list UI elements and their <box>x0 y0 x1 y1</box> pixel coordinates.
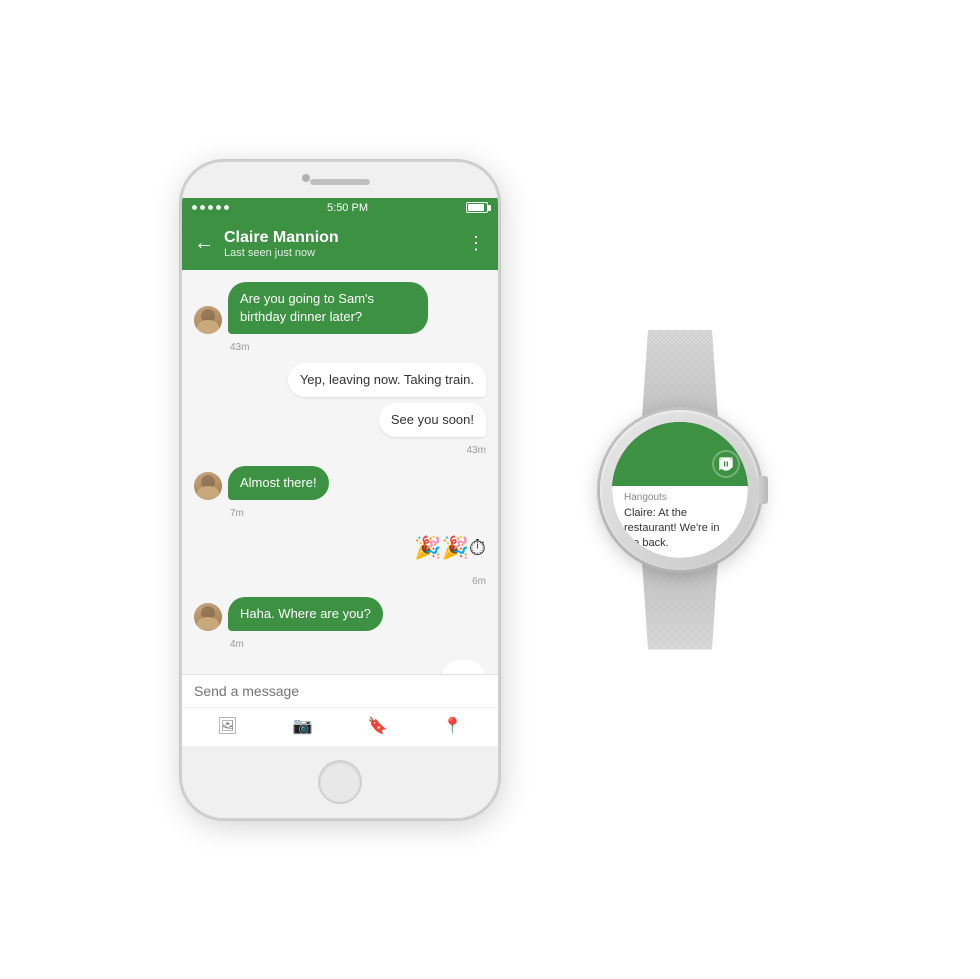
phone-top-bar <box>182 162 498 198</box>
message-bubble: Yep, leaving now. Taking train. <box>288 363 486 397</box>
status-time: 5:50 PM <box>327 202 368 214</box>
battery-icon <box>466 202 488 213</box>
message-row: Are you going to Sam's birthday dinner l… <box>194 282 486 334</box>
input-icons-bar: 🖼 📷 🔖 📍 <box>182 707 498 746</box>
phone-screen: 5:50 PM ← Claire Mannion Last seen just … <box>182 198 498 746</box>
phone-device: 5:50 PM ← Claire Mannion Last seen just … <box>180 160 500 820</box>
message-bubble: 🚌 <box>441 660 486 673</box>
watch-screen-top <box>612 422 748 486</box>
message-row: 🎉🎉⏱ <box>194 529 486 568</box>
status-bar: 5:50 PM <box>182 198 498 218</box>
watch-device: Hangouts Claire: At the restaurant! We'r… <box>560 330 800 650</box>
phone-bottom <box>182 746 498 818</box>
watch-crown <box>758 476 768 504</box>
watch-app-name: Hangouts <box>624 492 736 503</box>
watch-case: Hangouts Claire: At the restaurant! We'r… <box>600 410 760 570</box>
message-input[interactable] <box>194 683 486 699</box>
message-input-row <box>182 675 498 707</box>
location-icon[interactable]: 📍 <box>441 714 465 738</box>
phone-speaker <box>310 179 370 185</box>
watch-message: Claire: At the restaurant! We're in the … <box>624 506 736 551</box>
image-icon[interactable]: 🖼 <box>216 714 240 738</box>
message-bubble: Are you going to Sam's birthday dinner l… <box>228 282 428 334</box>
input-area: 🖼 📷 🔖 📍 <box>182 674 498 746</box>
camera-icon[interactable]: 📷 <box>291 714 315 738</box>
back-button[interactable]: ← <box>194 232 214 255</box>
chat-area: Are you going to Sam's birthday dinner l… <box>182 270 498 674</box>
message-row: See you soon! <box>194 403 486 437</box>
message-bubble: See you soon! <box>379 403 486 437</box>
menu-button[interactable]: ⋮ <box>467 233 486 254</box>
message-bubble: Haha. Where are you? <box>228 597 383 631</box>
phone-camera <box>302 174 310 182</box>
message-row: Almost there! <box>194 466 486 500</box>
signal-dots <box>192 205 229 210</box>
message-row: Yep, leaving now. Taking train. <box>194 363 486 397</box>
contact-status: Last seen just now <box>224 247 467 259</box>
message-timestamp: 43m <box>230 342 486 353</box>
header-info: Claire Mannion Last seen just now <box>224 229 467 259</box>
message-timestamp: 4m <box>230 639 486 650</box>
watch-screen-bottom: Hangouts Claire: At the restaurant! We'r… <box>612 486 748 558</box>
watch-screen: Hangouts Claire: At the restaurant! We'r… <box>612 422 748 558</box>
avatar <box>194 603 222 631</box>
home-button[interactable] <box>318 760 362 804</box>
message-bubble: Almost there! <box>228 466 329 500</box>
message-timestamp: 6m <box>194 576 486 587</box>
message-timestamp: 43m <box>194 445 486 456</box>
avatar <box>194 306 222 334</box>
message-row: Haha. Where are you? <box>194 597 486 631</box>
sticker-icon[interactable]: 🔖 <box>366 714 390 738</box>
contact-name: Claire Mannion <box>224 229 467 247</box>
hangouts-icon <box>712 450 740 478</box>
app-header: ← Claire Mannion Last seen just now ⋮ <box>182 218 498 270</box>
avatar <box>194 472 222 500</box>
message-bubble: 🎉🎉⏱ <box>414 529 486 568</box>
message-row: 🚌 <box>194 660 486 673</box>
message-timestamp: 7m <box>230 508 486 519</box>
